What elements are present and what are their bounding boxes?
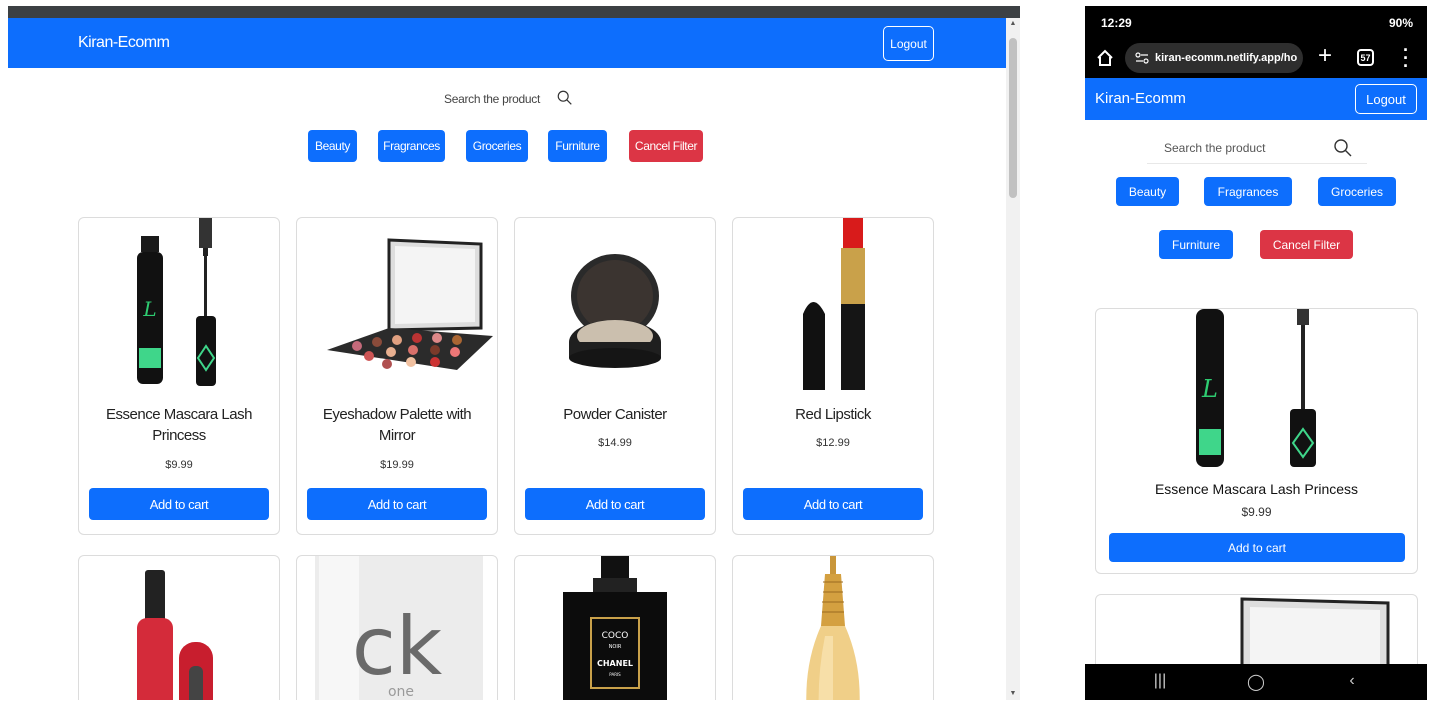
more-menu-icon[interactable]: · · · bbox=[1403, 41, 1409, 75]
browser-top-strip bbox=[8, 6, 1020, 18]
red-lipstick-image bbox=[733, 218, 933, 390]
dior-perfume-image bbox=[733, 556, 933, 700]
url-field[interactable]: kiran-ecomm.netlify.app/ho bbox=[1125, 43, 1303, 73]
ck-one-bottle-image: ck one bbox=[297, 556, 497, 700]
scroll-up-arrow-icon[interactable]: ▲ bbox=[1009, 20, 1017, 28]
scrollbar[interactable]: ▲ ▼ bbox=[1006, 18, 1020, 700]
url-text: kiran-ecomm.netlify.app/ho bbox=[1155, 52, 1298, 64]
home-icon[interactable] bbox=[1095, 48, 1115, 68]
filter-beauty-button[interactable]: Beauty bbox=[1116, 177, 1179, 206]
search-input[interactable]: Search the product bbox=[444, 88, 584, 110]
home-button-icon[interactable]: ◯ bbox=[1241, 672, 1271, 692]
coco-noir-label: NOIR bbox=[609, 644, 622, 650]
product-card: Powder Canister $14.99 Add to cart bbox=[514, 217, 716, 535]
filter-fragrances-button[interactable]: Fragrances bbox=[378, 130, 445, 162]
mobile-browser-view: 12:29 90% kiran-ecomm.netlify.app/ho + 5… bbox=[1085, 6, 1427, 700]
mascara-image: L bbox=[79, 218, 279, 390]
product-title: Red Lipstick bbox=[795, 406, 871, 423]
site-info-icon[interactable] bbox=[1135, 52, 1149, 64]
mascara-image: L bbox=[1096, 309, 1417, 467]
eyeshadow-palette-image bbox=[297, 218, 497, 390]
eyeshadow-palette-image bbox=[1096, 595, 1417, 673]
brand-link[interactable]: Kiran-Ecomm bbox=[1095, 90, 1186, 107]
status-battery: 90% bbox=[1388, 16, 1413, 30]
coco-label: COCO bbox=[602, 631, 629, 641]
filter-beauty-button[interactable]: Beauty bbox=[308, 130, 357, 162]
filter-fragrances-button[interactable]: Fragrances bbox=[1204, 177, 1292, 206]
brand-link[interactable]: Kiran-Ecomm bbox=[78, 34, 170, 52]
product-title: Essence Mascara Lash Princess bbox=[1154, 481, 1359, 497]
ck-logo-sub: one bbox=[388, 684, 414, 700]
filter-groceries-button[interactable]: Groceries bbox=[466, 130, 528, 162]
logout-button[interactable]: Logout bbox=[883, 26, 934, 61]
filter-groceries-button[interactable]: Groceries bbox=[1318, 177, 1396, 206]
add-to-cart-button[interactable]: Add to cart bbox=[307, 488, 487, 520]
navbar: Kiran-Ecomm Logout bbox=[1085, 78, 1427, 120]
status-bar: 12:29 90% bbox=[1085, 6, 1427, 38]
tab-switcher-icon[interactable]: 57 bbox=[1357, 49, 1374, 66]
scrollbar-thumb[interactable] bbox=[1009, 38, 1017, 198]
product-price: $14.99 bbox=[598, 437, 632, 449]
product-title: Essence Mascara Lash Princess bbox=[106, 406, 252, 444]
search-placeholder: Search the product bbox=[1164, 141, 1266, 155]
cancel-filter-button[interactable]: Cancel Filter bbox=[1260, 230, 1353, 259]
add-to-cart-button[interactable]: Add to cart bbox=[89, 488, 269, 520]
filter-furniture-button[interactable]: Furniture bbox=[548, 130, 607, 162]
product-card: Red Lipstick $12.99 Add to cart bbox=[732, 217, 934, 535]
chanel-coco-perfume-image: COCO NOIR CHANEL PARIS bbox=[515, 556, 715, 700]
desktop-browser-view: Kiran-Ecomm Logout ▲ ▼ Search the produc… bbox=[8, 6, 1020, 700]
product-price: $19.99 bbox=[380, 459, 414, 471]
svg-text:L: L bbox=[1201, 375, 1218, 403]
logout-button[interactable]: Logout bbox=[1355, 84, 1417, 114]
add-to-cart-button[interactable]: Add to cart bbox=[743, 488, 923, 520]
back-icon[interactable]: ‹ bbox=[1337, 672, 1367, 690]
scroll-down-arrow-icon[interactable]: ▼ bbox=[1009, 690, 1017, 698]
product-title: Eyeshadow Palette with Mirror bbox=[322, 406, 472, 444]
product-card: ck one bbox=[296, 555, 498, 700]
new-tab-icon[interactable]: + bbox=[1318, 42, 1332, 70]
filter-furniture-button[interactable]: Furniture bbox=[1159, 230, 1233, 259]
android-nav-bar: ||| ◯ ‹ bbox=[1085, 664, 1427, 700]
add-to-cart-button[interactable]: Add to cart bbox=[525, 488, 705, 520]
product-card bbox=[78, 555, 280, 700]
search-input[interactable]: Search the product bbox=[1147, 134, 1367, 164]
product-card bbox=[1095, 594, 1418, 674]
powder-canister-image bbox=[515, 218, 715, 390]
product-card: COCO NOIR CHANEL PARIS bbox=[514, 555, 716, 700]
browser-url-bar: kiran-ecomm.netlify.app/ho + 57 · · · bbox=[1085, 38, 1427, 78]
ck-logo-text: ck bbox=[352, 600, 443, 693]
red-nail-polish-image bbox=[79, 556, 279, 700]
product-card: Eyeshadow Palette with Mirror $19.99 Add… bbox=[296, 217, 498, 535]
product-card: L Essence Mascara Lash Princess $9.99 Ad… bbox=[1095, 308, 1418, 574]
search-icon[interactable] bbox=[1333, 138, 1353, 158]
status-time: 12:29 bbox=[1101, 16, 1132, 30]
chanel-paris-label: PARIS bbox=[609, 672, 621, 677]
product-price: $12.99 bbox=[816, 437, 850, 449]
svg-text:L: L bbox=[142, 297, 156, 321]
search-icon[interactable] bbox=[556, 89, 574, 107]
product-price: $9.99 bbox=[1241, 505, 1272, 519]
product-title: Powder Canister bbox=[563, 406, 667, 423]
product-price: $9.99 bbox=[165, 459, 193, 471]
cancel-filter-button[interactable]: Cancel Filter bbox=[629, 130, 703, 162]
screenshot-composite: Kiran-Ecomm Logout ▲ ▼ Search the produc… bbox=[0, 0, 1445, 720]
product-card: L Essence Mascara Lash Princess $9.99 Ad… bbox=[78, 217, 280, 535]
add-to-cart-button[interactable]: Add to cart bbox=[1109, 533, 1405, 562]
chanel-label: CHANEL bbox=[597, 659, 633, 668]
product-card bbox=[732, 555, 934, 700]
navbar: Kiran-Ecomm Logout bbox=[8, 18, 1006, 68]
search-placeholder: Search the product bbox=[444, 92, 540, 106]
recent-apps-icon[interactable]: ||| bbox=[1145, 672, 1175, 690]
